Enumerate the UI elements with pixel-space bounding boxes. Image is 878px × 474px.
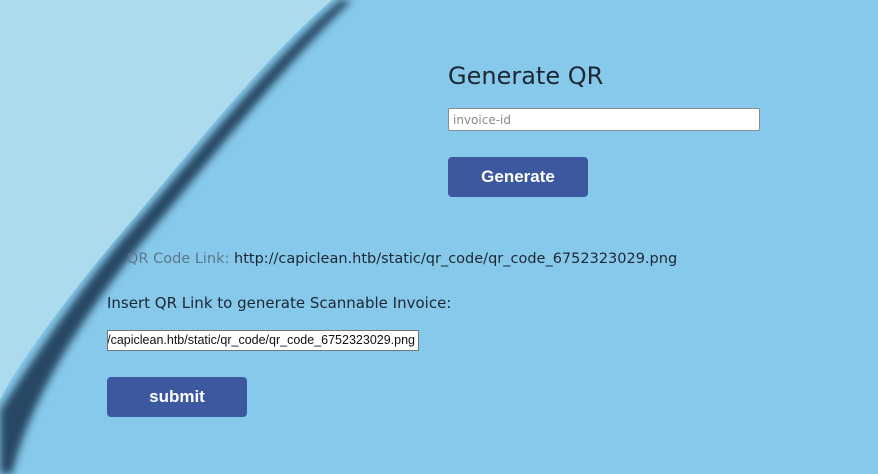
qr-link-input-value: http://capiclean.htb/static/qr_code/qr_c… xyxy=(107,333,415,347)
qr-code-link-label: QR Code Link: xyxy=(127,251,230,267)
generate-button[interactable]: Generate xyxy=(448,157,588,197)
qr-link-input[interactable]: http://capiclean.htb/static/qr_code/qr_c… xyxy=(107,330,419,351)
qr-code-link-value: http://capiclean.htb/static/qr_code/qr_c… xyxy=(234,251,678,267)
page-title: Generate QR xyxy=(448,62,604,90)
qr-code-link-row: QR Code Link: http://capiclean.htb/stati… xyxy=(127,251,677,267)
insert-qr-link-label: Insert QR Link to generate Scannable Inv… xyxy=(107,294,452,312)
submit-button[interactable]: submit xyxy=(107,377,247,417)
invoice-id-input[interactable] xyxy=(448,108,760,131)
